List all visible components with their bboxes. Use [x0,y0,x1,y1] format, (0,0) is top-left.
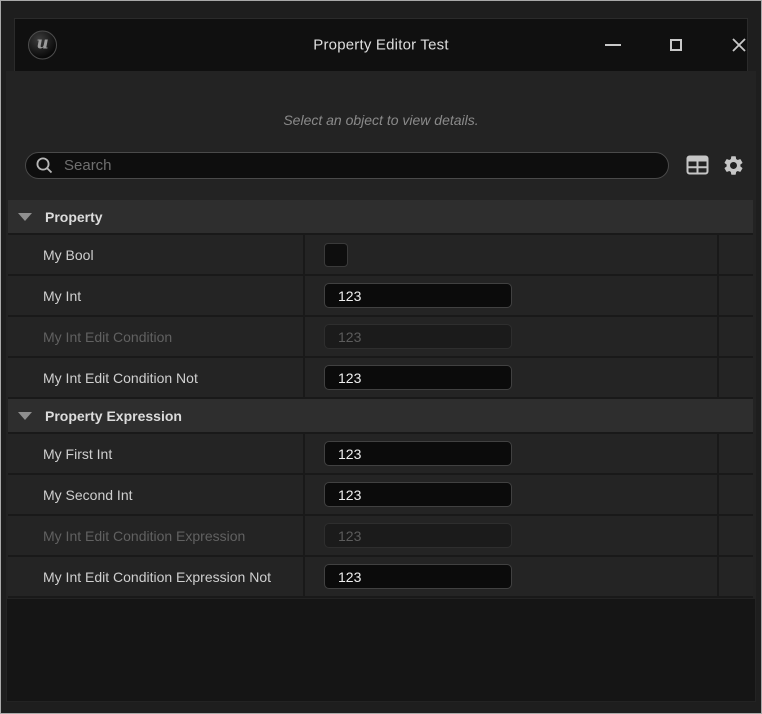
property-row-my-int-edit-condition: My Int Edit Condition [8,317,753,358]
table-view-icon [686,155,709,175]
property-name-cell: My Int [8,276,305,315]
row-extra-cell [719,358,753,397]
section-label: Property [45,209,103,225]
close-icon [731,37,747,53]
property-label: My Int Edit Condition Expression [43,528,245,544]
property-name-cell: My Second Int [8,475,305,514]
int-field-my-first-int[interactable] [324,441,512,466]
int-field-my-second-int[interactable] [324,482,512,507]
maximize-icon [670,39,682,51]
unreal-engine-logo-icon: u [28,31,57,60]
details-panel: Select an object to view details. Proper… [6,71,756,702]
property-name-cell: My Int Edit Condition Expression Not [8,557,305,596]
property-row-my-first-int: My First Int [8,434,753,475]
section-header-property-expression[interactable]: Property Expression [8,399,753,434]
property-row-my-second-int: My Second Int [8,475,753,516]
section-header-property[interactable]: Property [8,200,753,235]
property-label: My Int Edit Condition Expression Not [43,569,271,585]
row-extra-cell [719,516,753,555]
property-label: My Second Int [43,487,133,503]
property-value-cell [305,516,719,555]
int-field-my-int[interactable] [324,283,512,308]
property-row-my-int-edit-condition-expression: My Int Edit Condition Expression [8,516,753,557]
maximize-button[interactable] [659,19,693,71]
search-bar[interactable] [25,152,669,179]
row-extra-cell [719,434,753,473]
table-view-button[interactable] [682,151,712,179]
property-row-my-int-edit-condition-not: My Int Edit Condition Not [8,358,753,399]
property-label: My Int [43,288,81,304]
row-extra-cell [719,475,753,514]
settings-gear-icon [722,154,745,177]
select-object-hint: Select an object to view details. [6,112,756,128]
property-value-cell [305,235,719,274]
property-label: My Int Edit Condition Not [43,370,198,386]
row-extra-cell [719,317,753,356]
property-name-cell: My Int Edit Condition Expression [8,516,305,555]
chevron-down-icon [18,213,32,221]
search-input[interactable] [62,156,668,175]
row-extra-cell [719,557,753,596]
window-title: Property Editor Test [313,37,448,54]
property-value-cell [305,358,719,397]
settings-button[interactable] [718,151,748,179]
property-grid: Property My Bool My Int My Int Edit Conditi… [8,200,753,598]
checkbox-my-bool[interactable] [324,243,348,267]
section-label: Property Expression [45,408,182,424]
close-button[interactable] [722,19,756,71]
property-name-cell: My Int Edit Condition Not [8,358,305,397]
search-icon [35,156,54,175]
row-extra-cell [719,235,753,274]
int-field-my-int-edit-condition [324,324,512,349]
property-row-my-bool: My Bool [8,235,753,276]
property-name-cell: My Int Edit Condition [8,317,305,356]
property-label: My First Int [43,446,112,462]
property-editor-window: u Property Editor Test Select an object … [0,0,762,714]
int-field-my-int-edit-condition-expression-not[interactable] [324,564,512,589]
logo-glyph: u [36,36,48,53]
titlebar[interactable]: u Property Editor Test [14,18,748,72]
property-value-cell [305,434,719,473]
row-extra-cell [719,276,753,315]
chevron-down-icon [18,412,32,420]
property-name-cell: My First Int [8,434,305,473]
minimize-button[interactable] [596,19,630,71]
int-field-my-int-edit-condition-expression [324,523,512,548]
minimize-icon [605,44,621,46]
property-value-cell [305,317,719,356]
property-value-cell [305,557,719,596]
property-value-cell [305,276,719,315]
int-field-my-int-edit-condition-not[interactable] [324,365,512,390]
property-name-cell: My Bool [8,235,305,274]
property-row-my-int: My Int [8,276,753,317]
empty-details-area [7,599,755,701]
property-value-cell [305,475,719,514]
property-label: My Int Edit Condition [43,329,172,345]
property-row-my-int-edit-condition-expression-not: My Int Edit Condition Expression Not [8,557,753,598]
property-label: My Bool [43,247,94,263]
